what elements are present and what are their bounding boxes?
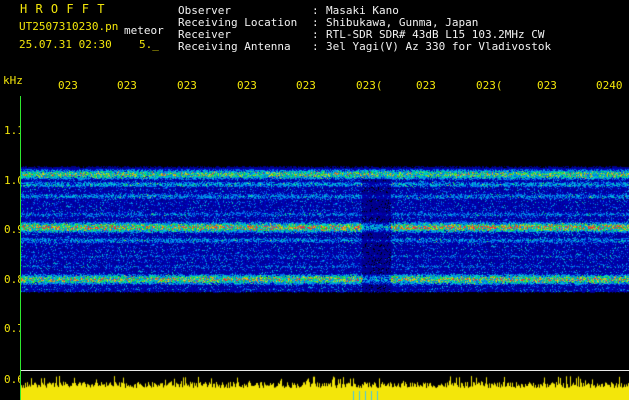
x-tick-label: 023( [476, 79, 503, 92]
x-tick-label: 023 [296, 79, 316, 92]
x-tick-label: 023 [537, 79, 557, 92]
x-tick-label: 023 [177, 79, 197, 92]
x-tick-label: 023 [416, 79, 436, 92]
x-tick-label: 023( [356, 79, 383, 92]
antenna-label: Receiving Antenna [178, 40, 291, 53]
spectrogram-waterfall [21, 96, 629, 370]
y-axis-unit: kHz [3, 74, 23, 87]
mode-label: meteor [124, 24, 164, 37]
x-tick-label: 023 [237, 79, 257, 92]
antenna-value: 3el Yagi(V) Az 330 for Vladivostok [326, 40, 552, 53]
x-tick-label: 023 [58, 79, 78, 92]
power-level-panel [21, 371, 629, 400]
x-tick-label: 023 [117, 79, 137, 92]
file-name: UT2507310230.pn [19, 20, 119, 33]
count-value: 5._ [139, 38, 159, 51]
brand-title: H R O F F T [20, 2, 105, 16]
x-tick-label: 0240 [596, 79, 623, 92]
date-time: 25.07.31 02:30 [19, 38, 112, 51]
hrofft-screen: H R O F F T UT2507310230.pn meteor 25.07… [0, 0, 629, 400]
antenna-colon: : [312, 40, 319, 53]
